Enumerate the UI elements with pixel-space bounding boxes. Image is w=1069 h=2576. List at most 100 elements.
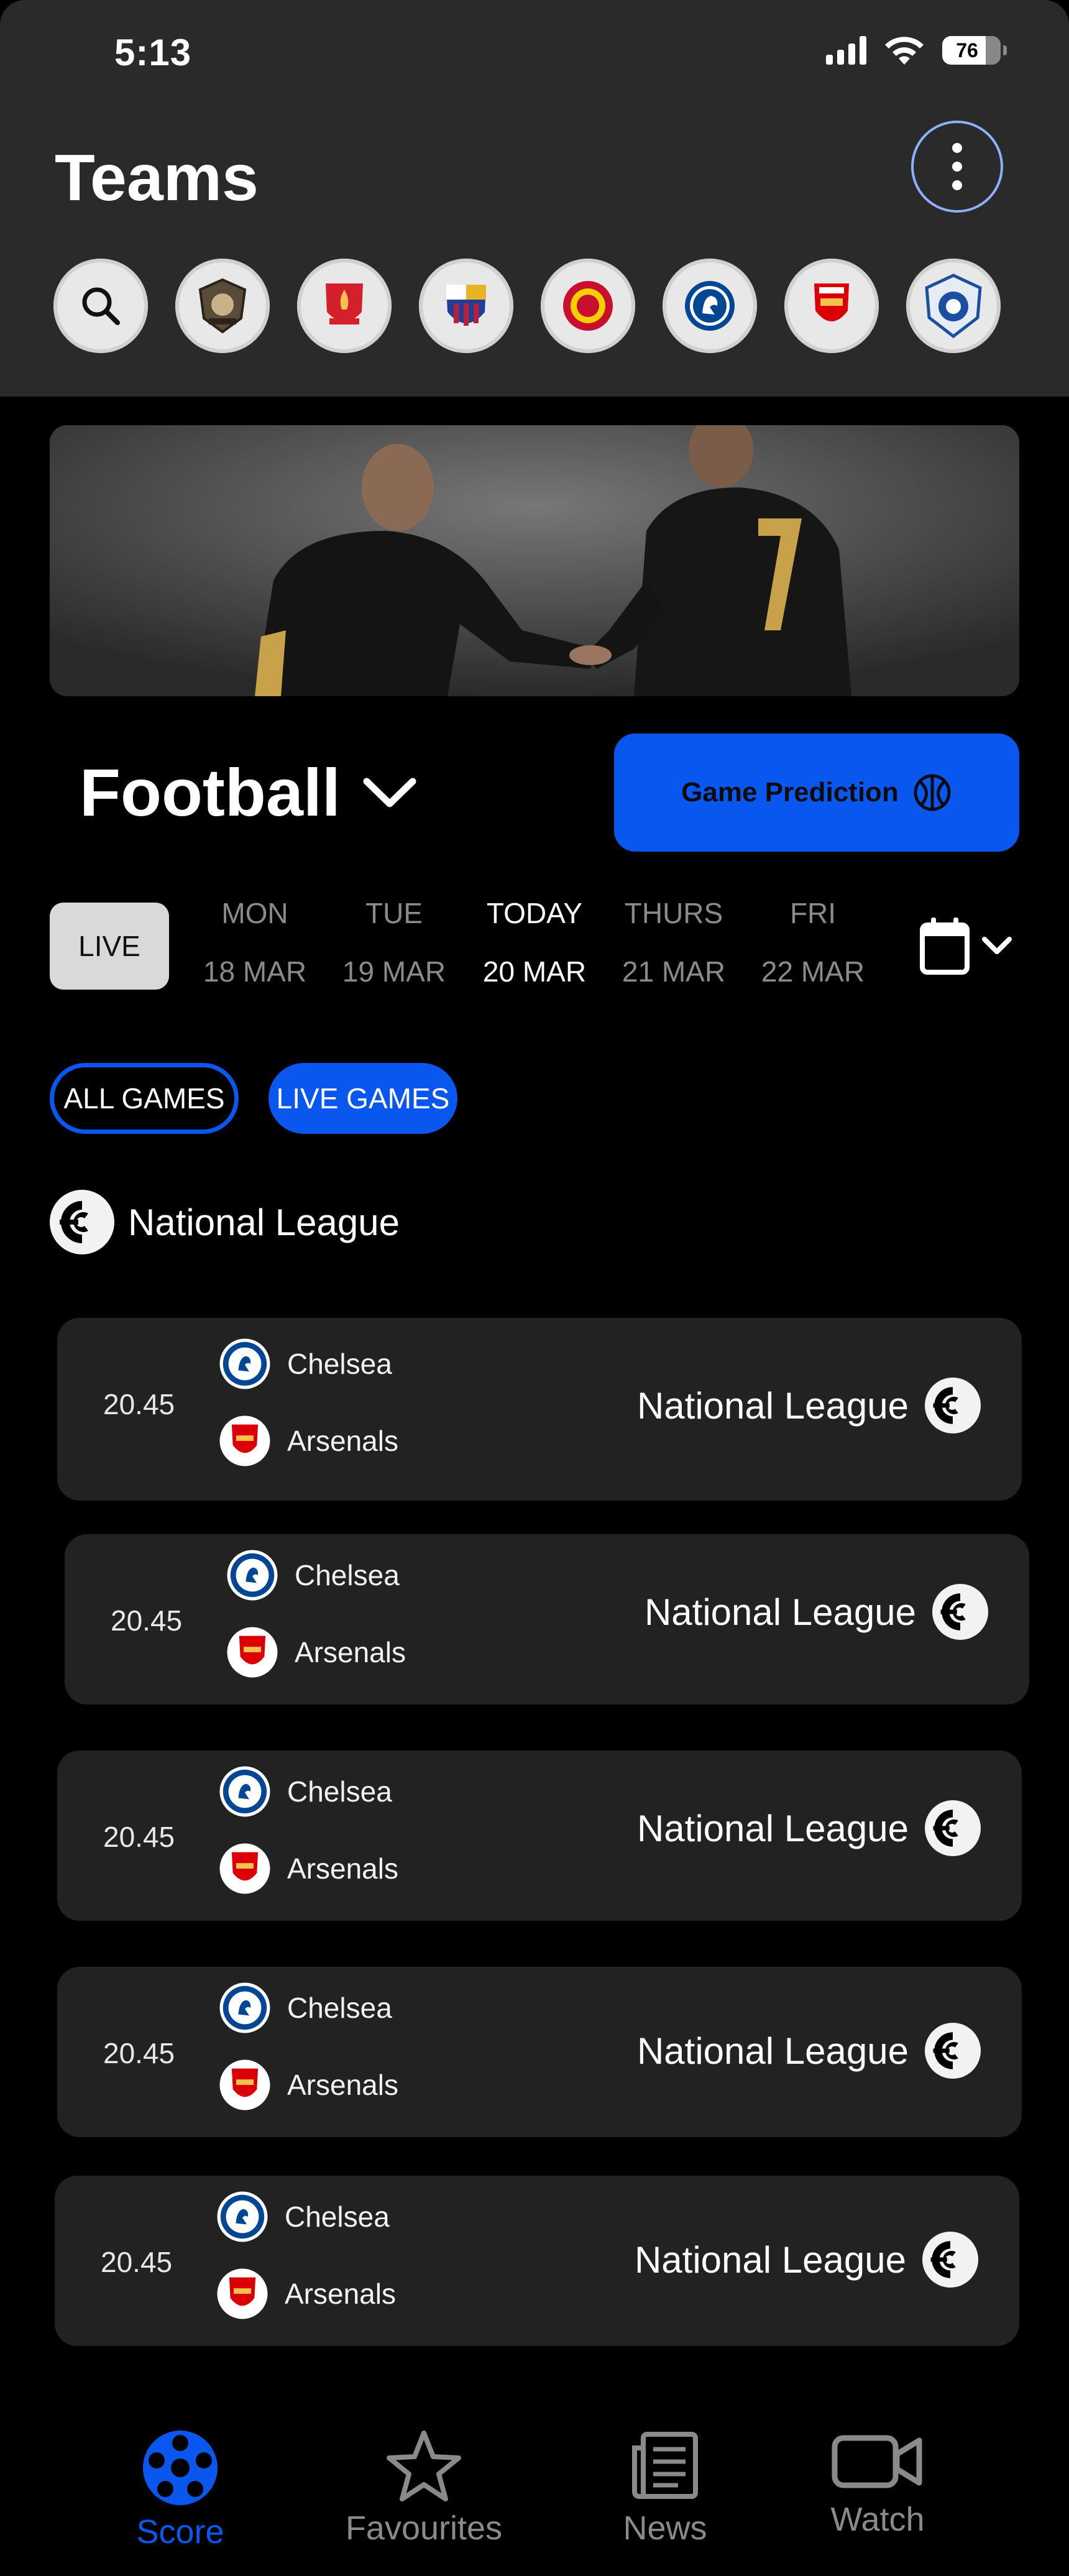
match-time: 20.45 xyxy=(103,1821,175,1853)
home-team-name: Chelsea xyxy=(287,1348,392,1380)
match-time: 20.45 xyxy=(111,1604,183,1637)
all-games-filter[interactable]: ALL GAMES xyxy=(50,1063,239,1134)
nav-favourites[interactable]: Favourites xyxy=(343,2429,505,2547)
chevron-down-icon xyxy=(363,778,416,807)
featured-banner[interactable] xyxy=(50,425,1019,696)
calendar-button[interactable] xyxy=(919,916,1013,976)
league-heading[interactable]: National League xyxy=(50,1190,400,1254)
liverpool-crest-icon xyxy=(326,283,363,324)
team-button-1[interactable] xyxy=(175,259,270,353)
team-selector xyxy=(53,259,1001,353)
home-team: Chelsea xyxy=(215,2189,390,2244)
nav-watch-label: Watch xyxy=(830,2501,925,2538)
date-day-date: 19 MAR xyxy=(342,955,446,988)
league-heading-label: National League xyxy=(128,1201,400,1243)
calendar-icon xyxy=(920,918,970,975)
match-league: National League xyxy=(637,1378,981,1433)
chelsea-crest-icon xyxy=(217,2191,268,2242)
game-prediction-button[interactable]: Game Prediction xyxy=(614,734,1019,852)
nav-news[interactable]: News xyxy=(584,2429,746,2547)
league-logo-icon xyxy=(932,1584,988,1640)
team-button-liverpool[interactable] xyxy=(297,259,392,353)
page-title: Teams xyxy=(55,141,259,214)
search-icon xyxy=(82,287,120,325)
date-today[interactable]: TODAY 20 MAR xyxy=(475,898,594,987)
nav-watch[interactable]: Watch xyxy=(797,2429,958,2539)
match-card[interactable]: 20.45 Chelsea Arsenals National League xyxy=(57,1318,1022,1501)
arsenal-crest-icon xyxy=(219,1843,270,1894)
date-day-name: FRI xyxy=(789,897,837,929)
match-league-name: National League xyxy=(636,1384,909,1427)
league-logo-icon xyxy=(925,1378,981,1433)
date-day-date: 18 MAR xyxy=(203,955,307,988)
nav-favourites-label: Favourites xyxy=(345,2509,503,2547)
team-button-chelsea[interactable] xyxy=(663,259,757,353)
chevron-down-icon xyxy=(982,937,1012,954)
header: 5:13 76 Teams xyxy=(0,0,1069,397)
battery-icon: 76 xyxy=(942,36,1007,65)
match-league: National League xyxy=(637,1800,981,1856)
match-card[interactable]: 20.45 Chelsea Arsenals National League xyxy=(57,1967,1022,2137)
away-team: Arsenals xyxy=(218,1841,398,1896)
arsenal-crest-icon xyxy=(217,2268,268,2319)
away-team-name: Arsenals xyxy=(287,2069,398,2101)
away-team: Arsenals xyxy=(225,1625,406,1680)
away-team-name: Arsenals xyxy=(287,1852,398,1885)
battery-level: 76 xyxy=(956,39,978,62)
team-button-manchester-united[interactable] xyxy=(541,259,635,353)
league-logo-icon xyxy=(50,1190,114,1254)
star-icon xyxy=(387,2431,461,2501)
match-time: 20.45 xyxy=(103,2037,175,2069)
video-camera-icon xyxy=(832,2435,922,2488)
date-thurs[interactable]: THURS 21 MAR xyxy=(615,898,733,987)
bottom-navigation: Score Favourites News Watch xyxy=(0,2399,1069,2576)
league-logo-icon xyxy=(925,1800,981,1856)
arsenal-crest-icon xyxy=(814,283,849,321)
match-time: 20.45 xyxy=(103,1388,175,1420)
team-button-arsenal[interactable] xyxy=(784,259,879,353)
date-day-date: 22 MAR xyxy=(761,955,865,988)
live-games-filter[interactable]: LIVE GAMES xyxy=(268,1063,457,1134)
wifi-icon xyxy=(885,37,924,65)
home-team: Chelsea xyxy=(218,1764,392,1819)
match-league-name: National League xyxy=(644,1591,916,1633)
team-button-8[interactable] xyxy=(906,259,1001,353)
match-time: 20.45 xyxy=(101,2246,173,2278)
nav-score[interactable]: Score xyxy=(99,2429,261,2551)
arsenal-crest-icon xyxy=(219,2059,270,2110)
date-day-name: TUE xyxy=(365,897,423,929)
more-vertical-icon xyxy=(952,143,962,190)
match-league-name: National League xyxy=(634,2238,906,2281)
chelsea-crest-icon xyxy=(219,1766,270,1817)
home-team-name: Chelsea xyxy=(295,1559,400,1591)
match-card[interactable]: 20.45 Chelsea Arsenals National League xyxy=(65,1534,1029,1704)
team-button-barcelona[interactable] xyxy=(419,259,513,353)
chelsea-crest-icon xyxy=(685,281,735,331)
away-team-name: Arsenals xyxy=(287,1425,398,1457)
date-fri[interactable]: FRI 22 MAR xyxy=(754,898,872,987)
match-league: National League xyxy=(635,2232,978,2288)
chelsea-crest-icon xyxy=(219,1338,270,1389)
match-league: National League xyxy=(637,2023,981,2079)
away-team-name: Arsenals xyxy=(285,2278,396,2310)
more-options-button[interactable] xyxy=(911,121,1003,213)
date-day-name: THURS xyxy=(624,897,723,929)
nav-news-label: News xyxy=(623,2509,707,2547)
match-card[interactable]: 20.45 Chelsea Arsenals National League xyxy=(55,2176,1019,2346)
chelsea-crest-icon xyxy=(227,1550,278,1601)
search-button[interactable] xyxy=(53,259,148,353)
sport-label: Football xyxy=(80,755,341,830)
barcelona-crest-icon xyxy=(446,285,486,326)
date-mon[interactable]: MON 18 MAR xyxy=(196,898,314,987)
date-tue[interactable]: TUE 19 MAR xyxy=(335,898,453,987)
live-chip[interactable]: LIVE xyxy=(50,903,169,990)
players-handshake-image xyxy=(50,425,1019,696)
team-crest-icon xyxy=(198,278,247,334)
home-team-name: Chelsea xyxy=(287,1775,392,1808)
date-day-date: 20 MAR xyxy=(482,955,587,988)
away-team: Arsenals xyxy=(218,1414,398,1468)
status-indicators: 76 xyxy=(826,35,1007,66)
match-card[interactable]: 20.45 Chelsea Arsenals National League xyxy=(57,1750,1022,1921)
sport-dropdown[interactable]: Football xyxy=(80,753,416,831)
match-league-name: National League xyxy=(636,1807,909,1849)
